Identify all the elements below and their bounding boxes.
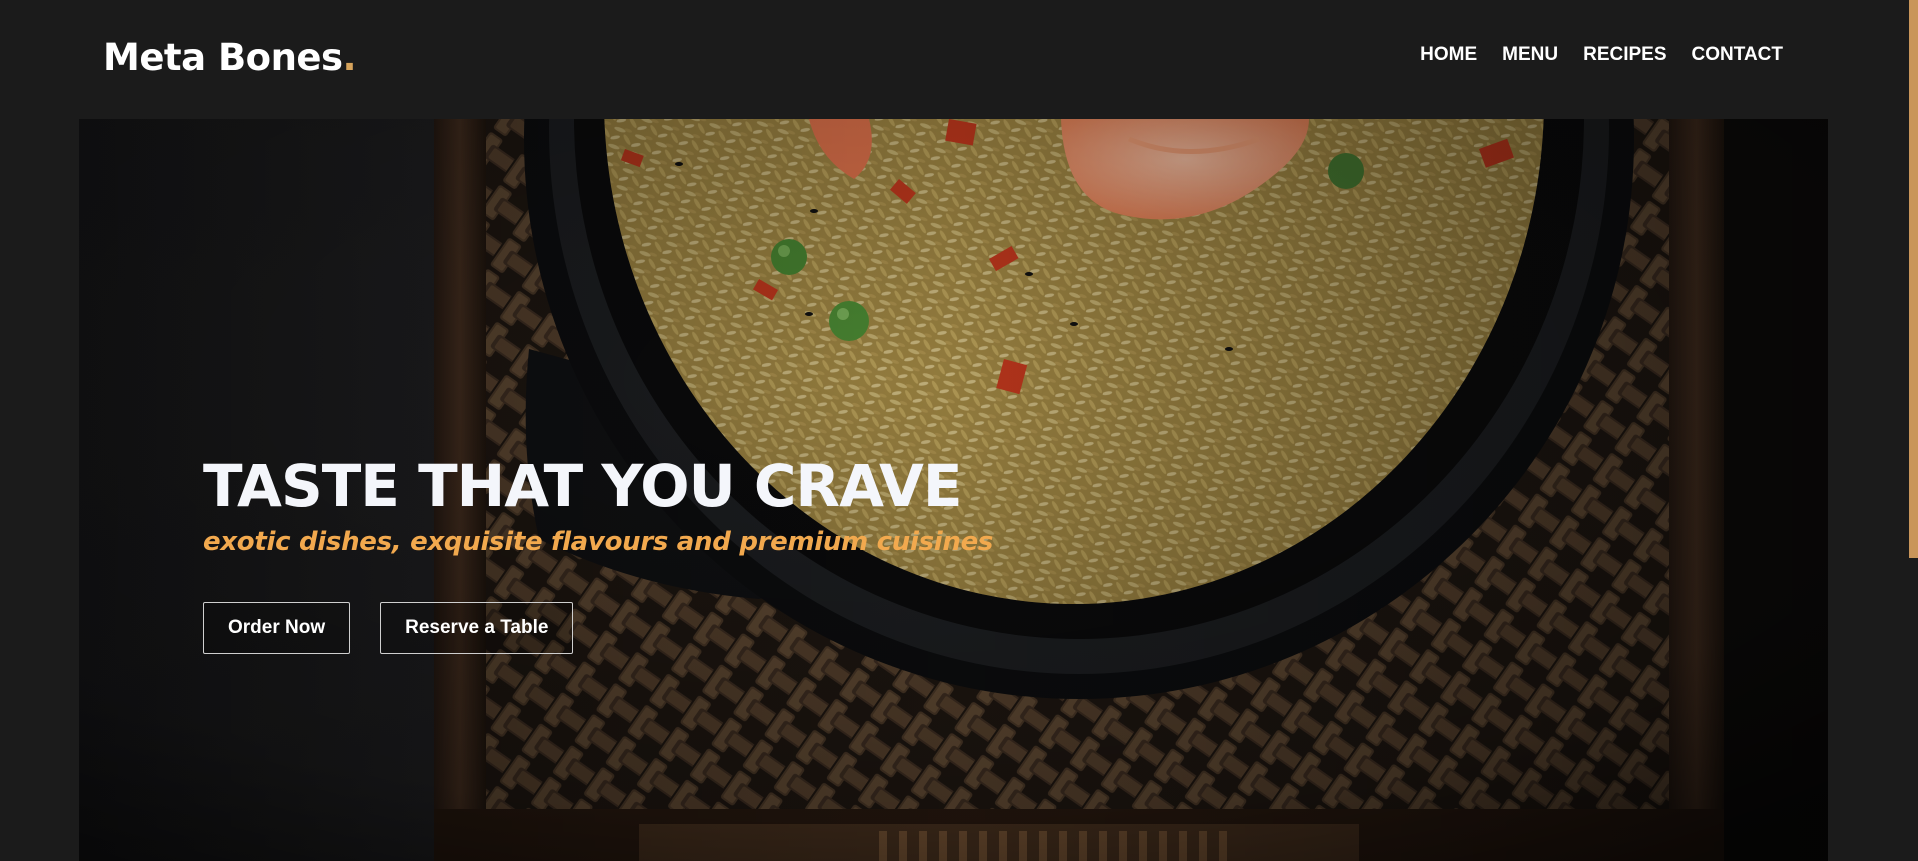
- page: Meta Bones. HOME MENU RECIPES CONTACT TA…: [0, 0, 1918, 861]
- hero-subtitle: exotic dishes, exquisite flavours and pr…: [203, 526, 994, 557]
- logo-dot: .: [342, 36, 357, 79]
- hero-buttons: Order Now Reserve a Table: [203, 601, 993, 654]
- hero-title: TASTE THAT YOU CRAVE: [203, 452, 963, 520]
- logo-text[interactable]: Meta Bones: [103, 36, 343, 79]
- hero-content: TASTE THAT YOU CRAVE exotic dishes, exqu…: [203, 452, 994, 654]
- site-header: Meta Bones. HOME MENU RECIPES CONTACT: [0, 0, 1918, 118]
- scrollbar-thumb[interactable]: [1909, 0, 1918, 558]
- main-nav: HOME MENU RECIPES CONTACT: [1420, 44, 1783, 66]
- site-logo[interactable]: Meta Bones.: [103, 36, 357, 79]
- reserve-table-button[interactable]: Reserve a Table: [380, 601, 574, 654]
- nav-contact-link[interactable]: CONTACT: [1692, 44, 1783, 66]
- nav-home-link[interactable]: HOME: [1420, 44, 1477, 66]
- nav-recipes-link[interactable]: RECIPES: [1583, 44, 1666, 66]
- nav-menu-link[interactable]: MENU: [1502, 44, 1558, 66]
- hero-section: TASTE THAT YOU CRAVE exotic dishes, exqu…: [79, 119, 1828, 861]
- order-now-button[interactable]: Order Now: [203, 601, 351, 654]
